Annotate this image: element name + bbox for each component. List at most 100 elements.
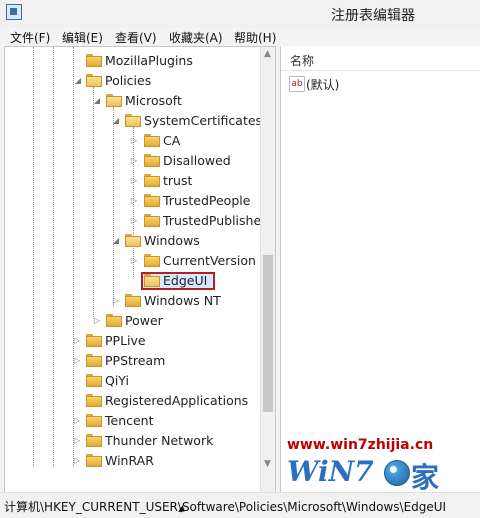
collapse-icon[interactable]: ◢ bbox=[111, 236, 121, 246]
registry-tree[interactable]: MozillaPlugins ◢ Policies ◢ Microsoft ◢ … bbox=[4, 46, 276, 494]
expand-icon[interactable]: ▷ bbox=[129, 216, 139, 226]
tree-item-trustedpublisher[interactable]: ▷ TrustedPublisher bbox=[5, 211, 267, 231]
tree-item-label: Disallowed bbox=[163, 153, 231, 168]
expand-icon[interactable]: ▷ bbox=[72, 436, 82, 446]
tree-item-label: PPStream bbox=[105, 353, 166, 368]
expand-icon[interactable]: ▷ bbox=[72, 356, 82, 366]
tree-item-label: WinRAR bbox=[105, 453, 154, 468]
menu-help[interactable]: 帮助(H) bbox=[234, 29, 276, 46]
tree-item-trust[interactable]: ▷ trust bbox=[5, 171, 265, 191]
folder-icon bbox=[86, 354, 102, 367]
tree-item-disallowed[interactable]: ▷ Disallowed bbox=[5, 151, 265, 171]
tree-item-tencent[interactable]: ▷ Tencent bbox=[5, 411, 265, 431]
tree-item-label: Tencent bbox=[105, 413, 154, 428]
tree-item-label: EdgeUI bbox=[163, 273, 208, 288]
tree-item-label: Windows bbox=[144, 233, 200, 248]
tree-item-windows-nt[interactable]: ▷ Windows NT bbox=[5, 291, 265, 311]
folder-icon bbox=[106, 314, 122, 327]
expand-icon[interactable]: ▷ bbox=[72, 456, 82, 466]
expand-icon[interactable]: ▷ bbox=[129, 256, 139, 266]
menu-edit[interactable]: 编辑(E) bbox=[62, 29, 103, 46]
tree-item-label: TrustedPeople bbox=[163, 193, 251, 208]
folder-open-icon bbox=[86, 74, 102, 87]
windows-orb-icon bbox=[384, 460, 410, 486]
tree-item-power[interactable]: ▷ Power bbox=[5, 311, 265, 331]
tree-item-label: PPLive bbox=[105, 333, 146, 348]
tree-item-thunder-network[interactable]: ▷ Thunder Network bbox=[5, 431, 265, 451]
expand-icon[interactable]: ▷ bbox=[111, 296, 121, 306]
tree-item-mozillaplugins[interactable]: MozillaPlugins bbox=[5, 51, 265, 71]
folder-icon bbox=[144, 134, 160, 147]
folder-icon bbox=[144, 254, 160, 267]
title-bar: 注册表编辑器 bbox=[0, 0, 480, 28]
scroll-up-arrow-icon[interactable]: ▲ bbox=[264, 49, 271, 59]
main-panes: MozillaPlugins ◢ Policies ◢ Microsoft ◢ … bbox=[0, 46, 480, 494]
tree-item-label: QiYi bbox=[105, 373, 129, 388]
folder-icon bbox=[125, 294, 141, 307]
folder-icon bbox=[144, 194, 160, 207]
tree-item-label: SystemCertificates bbox=[144, 113, 263, 128]
folder-open-icon bbox=[125, 114, 141, 127]
default-value-name[interactable]: (默认) bbox=[306, 76, 339, 93]
tree-item-ppstream[interactable]: ▷ PPStream bbox=[5, 351, 265, 371]
expand-icon[interactable]: ▷ bbox=[129, 196, 139, 206]
tree-item-label: MozillaPlugins bbox=[105, 53, 193, 68]
expand-icon[interactable]: ▷ bbox=[72, 336, 82, 346]
scroll-thumb[interactable] bbox=[263, 255, 273, 412]
collapse-icon[interactable]: ◢ bbox=[92, 96, 102, 106]
tree-item-label: TrustedPublisher bbox=[163, 213, 267, 228]
tree-item-label: Policies bbox=[105, 73, 152, 88]
name-column-title: 名称 bbox=[290, 54, 315, 68]
folder-icon bbox=[86, 54, 102, 67]
watermark-url: www.win7zhijia.cn bbox=[287, 437, 434, 453]
folder-icon bbox=[86, 374, 102, 387]
folder-icon bbox=[86, 454, 102, 467]
tree-item-registeredapplications[interactable]: RegisteredApplications bbox=[5, 391, 265, 411]
scroll-down-arrow-icon[interactable]: ▼ bbox=[264, 459, 271, 469]
collapse-icon[interactable]: ◢ bbox=[111, 116, 121, 126]
registry-app-icon bbox=[6, 4, 22, 20]
values-pane[interactable]: 名称 ab (默认) bbox=[280, 46, 480, 492]
tree-item-systemcertificates[interactable]: ◢ SystemCertificates bbox=[5, 111, 265, 131]
tree-item-winrar[interactable]: ▷ WinRAR bbox=[5, 451, 265, 471]
tree-item-trustedpeople[interactable]: ▷ TrustedPeople bbox=[5, 191, 265, 211]
menu-view[interactable]: 查看(V) bbox=[115, 29, 157, 46]
tree-item-windows[interactable]: ◢ Windows bbox=[5, 231, 265, 251]
registry-path: 计算机\HKEY_CURRENT_USER\Software\Policies\… bbox=[4, 500, 447, 514]
tree-item-label: CA bbox=[163, 133, 181, 148]
values-column-header[interactable]: 名称 bbox=[281, 46, 480, 71]
folder-open-icon bbox=[106, 94, 122, 107]
status-bar: 计算机\HKEY_CURRENT_USER\Software\Policies\… bbox=[0, 492, 480, 518]
expand-icon[interactable]: ▷ bbox=[92, 316, 102, 326]
tree-item-label: trust bbox=[163, 173, 193, 188]
menu-favorites[interactable]: 收藏夹(A) bbox=[169, 29, 223, 46]
tree-item-qiyi[interactable]: QiYi bbox=[5, 371, 265, 391]
folder-open-icon bbox=[144, 274, 160, 287]
tree-item-ca[interactable]: ▷ CA bbox=[5, 131, 265, 151]
logo-suffix: 家 bbox=[411, 461, 440, 494]
menu-file[interactable]: 文件(F) bbox=[10, 29, 50, 46]
expand-icon[interactable]: ▷ bbox=[129, 156, 139, 166]
folder-icon bbox=[144, 214, 160, 227]
tree-item-edgeui-selected[interactable]: EdgeUI bbox=[5, 271, 265, 291]
tree-item-microsoft[interactable]: ◢ Microsoft bbox=[5, 91, 265, 111]
expand-icon[interactable]: ▷ bbox=[129, 136, 139, 146]
tree-item-label: Windows NT bbox=[144, 293, 221, 308]
menu-bar: 文件(F) 编辑(E) 查看(V) 收藏夹(A) 帮助(H) bbox=[0, 28, 480, 46]
tree-scrollbar[interactable]: ▲ ▼ bbox=[260, 47, 275, 493]
tree-item-label: RegisteredApplications bbox=[105, 393, 249, 408]
expand-icon[interactable]: ▷ bbox=[129, 176, 139, 186]
tree-item-policies[interactable]: ◢ Policies bbox=[5, 71, 265, 91]
window-title: 注册表编辑器 bbox=[331, 8, 415, 24]
tree-item-label: Thunder Network bbox=[105, 433, 214, 448]
tree-item-label: Power bbox=[125, 313, 163, 328]
folder-icon bbox=[144, 174, 160, 187]
folder-icon bbox=[86, 414, 102, 427]
logo-text: WiN7 bbox=[287, 455, 374, 488]
collapse-icon[interactable]: ◢ bbox=[73, 76, 83, 86]
tree-item-pplive[interactable]: ▷ PPLive bbox=[5, 331, 265, 351]
tree-item-currentversion[interactable]: ▷ CurrentVersion bbox=[5, 251, 265, 271]
folder-icon bbox=[144, 154, 160, 167]
tree-item-label: CurrentVersion bbox=[163, 253, 256, 268]
expand-icon[interactable]: ▷ bbox=[72, 416, 82, 426]
